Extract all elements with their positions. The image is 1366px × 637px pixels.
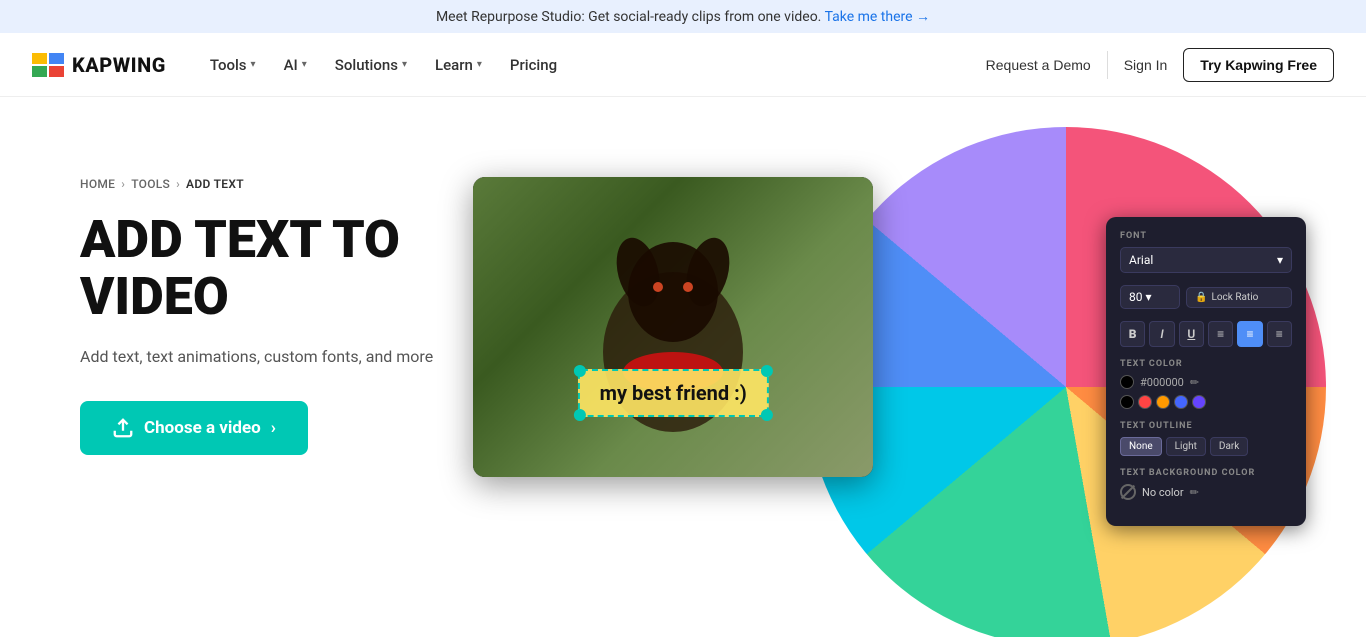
hero-title: ADD TEXT TO VIDEO	[80, 211, 433, 325]
color-preview: #000000 ✏	[1120, 375, 1292, 389]
nav-item-ai[interactable]: AI ▾	[272, 48, 319, 82]
outline-dark-button[interactable]: Dark	[1210, 437, 1248, 456]
swatch-red[interactable]	[1138, 395, 1152, 409]
format-section: B I U ≡ ≡ ≡	[1120, 321, 1292, 347]
color-swatches	[1120, 395, 1292, 409]
cta-arrow: ›	[271, 418, 276, 438]
color-swatch-main[interactable]	[1120, 375, 1134, 389]
swatch-blue[interactable]	[1174, 395, 1188, 409]
outline-light-button[interactable]: Light	[1166, 437, 1206, 456]
swatch-black[interactable]	[1120, 395, 1134, 409]
editor-panel: FONT Arial ▾ 80 ▾ 🔒 Lock Ratio	[1106, 217, 1306, 526]
chevron-down-icon: ▾	[302, 59, 307, 70]
size-section: 80 ▾ 🔒 Lock Ratio	[1120, 285, 1292, 309]
outline-none-button[interactable]: None	[1120, 437, 1162, 456]
breadcrumb-current: ADD TEXT	[186, 177, 244, 191]
nav-item-learn[interactable]: Learn ▾	[423, 48, 494, 82]
choose-video-button[interactable]: Choose a video ›	[80, 401, 308, 455]
swatch-purple[interactable]	[1192, 395, 1206, 409]
nav-item-pricing[interactable]: Pricing	[498, 48, 569, 82]
promo-banner: Meet Repurpose Studio: Get social-ready …	[0, 0, 1366, 33]
text-overlay-container: my best friend :)	[578, 399, 769, 447]
text-overlay: my best friend :)	[578, 369, 769, 417]
color-hex-value: #000000	[1140, 376, 1184, 389]
hero-content: HOME › TOOLS › ADD TEXT ADD TEXT TO VIDE…	[80, 157, 433, 455]
logo-link[interactable]: KAPWING	[32, 53, 166, 77]
chevron-down-icon: ▾	[1277, 253, 1283, 267]
lock-ratio-button[interactable]: 🔒 Lock Ratio	[1186, 287, 1292, 308]
cta-label: Choose a video	[144, 418, 261, 438]
resize-handle-bl[interactable]	[574, 409, 586, 421]
align-right-button[interactable]: ≡	[1267, 321, 1292, 347]
breadcrumb: HOME › TOOLS › ADD TEXT	[80, 177, 433, 191]
nav-item-tools[interactable]: Tools ▾	[198, 48, 268, 82]
chevron-down-icon: ▾	[1145, 290, 1151, 304]
breadcrumb-home[interactable]: HOME	[80, 177, 115, 191]
hero-visual: my best friend :) FONT Arial ▾	[433, 157, 1286, 637]
italic-button[interactable]: I	[1149, 321, 1174, 347]
text-outline-section: TEXT OUTLINE None Light Dark	[1120, 421, 1292, 456]
chevron-down-icon: ▾	[402, 59, 407, 70]
no-color-text: No color	[1142, 486, 1184, 499]
resize-handle-tl[interactable]	[574, 365, 586, 377]
edit-color-icon[interactable]: ✏	[1190, 376, 1199, 389]
text-bg-label: TEXT BACKGROUND COLOR	[1120, 468, 1292, 478]
sign-in-button[interactable]: Sign In	[1124, 57, 1168, 73]
nav-links: Tools ▾ AI ▾ Solutions ▾ Learn ▾ Pricing	[198, 48, 986, 82]
resize-handle-tr[interactable]	[761, 365, 773, 377]
font-select[interactable]: Arial ▾	[1120, 247, 1292, 273]
align-left-button[interactable]: ≡	[1208, 321, 1233, 347]
text-outline-label: TEXT OUTLINE	[1120, 421, 1292, 431]
nav-item-solutions[interactable]: Solutions ▾	[323, 48, 419, 82]
edit-bg-color-icon[interactable]: ✏	[1190, 486, 1199, 499]
underline-button[interactable]: U	[1179, 321, 1204, 347]
align-center-button[interactable]: ≡	[1237, 321, 1262, 347]
upload-icon	[112, 417, 134, 439]
logo-text: KAPWING	[72, 53, 166, 77]
navigation: KAPWING Tools ▾ AI ▾ Solutions ▾ Learn ▾…	[0, 33, 1366, 97]
nav-right: Request a Demo Sign In Try Kapwing Free	[986, 48, 1334, 82]
hero-description: Add text, text animations, custom fonts,…	[80, 345, 433, 369]
chevron-down-icon: ▾	[477, 59, 482, 70]
breadcrumb-separator: ›	[176, 177, 180, 191]
bold-button[interactable]: B	[1120, 321, 1145, 347]
font-size-input[interactable]: 80 ▾	[1120, 285, 1180, 309]
try-free-button[interactable]: Try Kapwing Free	[1183, 48, 1334, 82]
banner-link[interactable]: Take me there →	[825, 9, 930, 25]
editor-window: my best friend :)	[473, 177, 873, 477]
logo-icon	[32, 53, 64, 77]
lock-icon: 🔒	[1195, 292, 1207, 303]
breadcrumb-tools[interactable]: TOOLS	[131, 177, 170, 191]
chevron-down-icon: ▾	[251, 59, 256, 70]
text-color-section: TEXT COLOR #000000 ✏	[1120, 359, 1292, 409]
no-color-icon	[1120, 484, 1136, 500]
editor-video-area: my best friend :)	[473, 177, 873, 477]
font-label: FONT	[1120, 231, 1292, 241]
resize-handle-br[interactable]	[761, 409, 773, 421]
font-section: FONT Arial ▾	[1120, 231, 1292, 273]
swatch-orange[interactable]	[1156, 395, 1170, 409]
banner-text: Meet Repurpose Studio: Get social-ready …	[436, 9, 821, 25]
hero-section: HOME › TOOLS › ADD TEXT ADD TEXT TO VIDE…	[0, 97, 1366, 637]
text-color-label: TEXT COLOR	[1120, 359, 1292, 369]
nav-divider	[1107, 51, 1108, 79]
breadcrumb-separator: ›	[121, 177, 125, 191]
text-bg-section: TEXT BACKGROUND COLOR No color ✏	[1120, 468, 1292, 500]
request-demo-button[interactable]: Request a Demo	[986, 57, 1091, 73]
